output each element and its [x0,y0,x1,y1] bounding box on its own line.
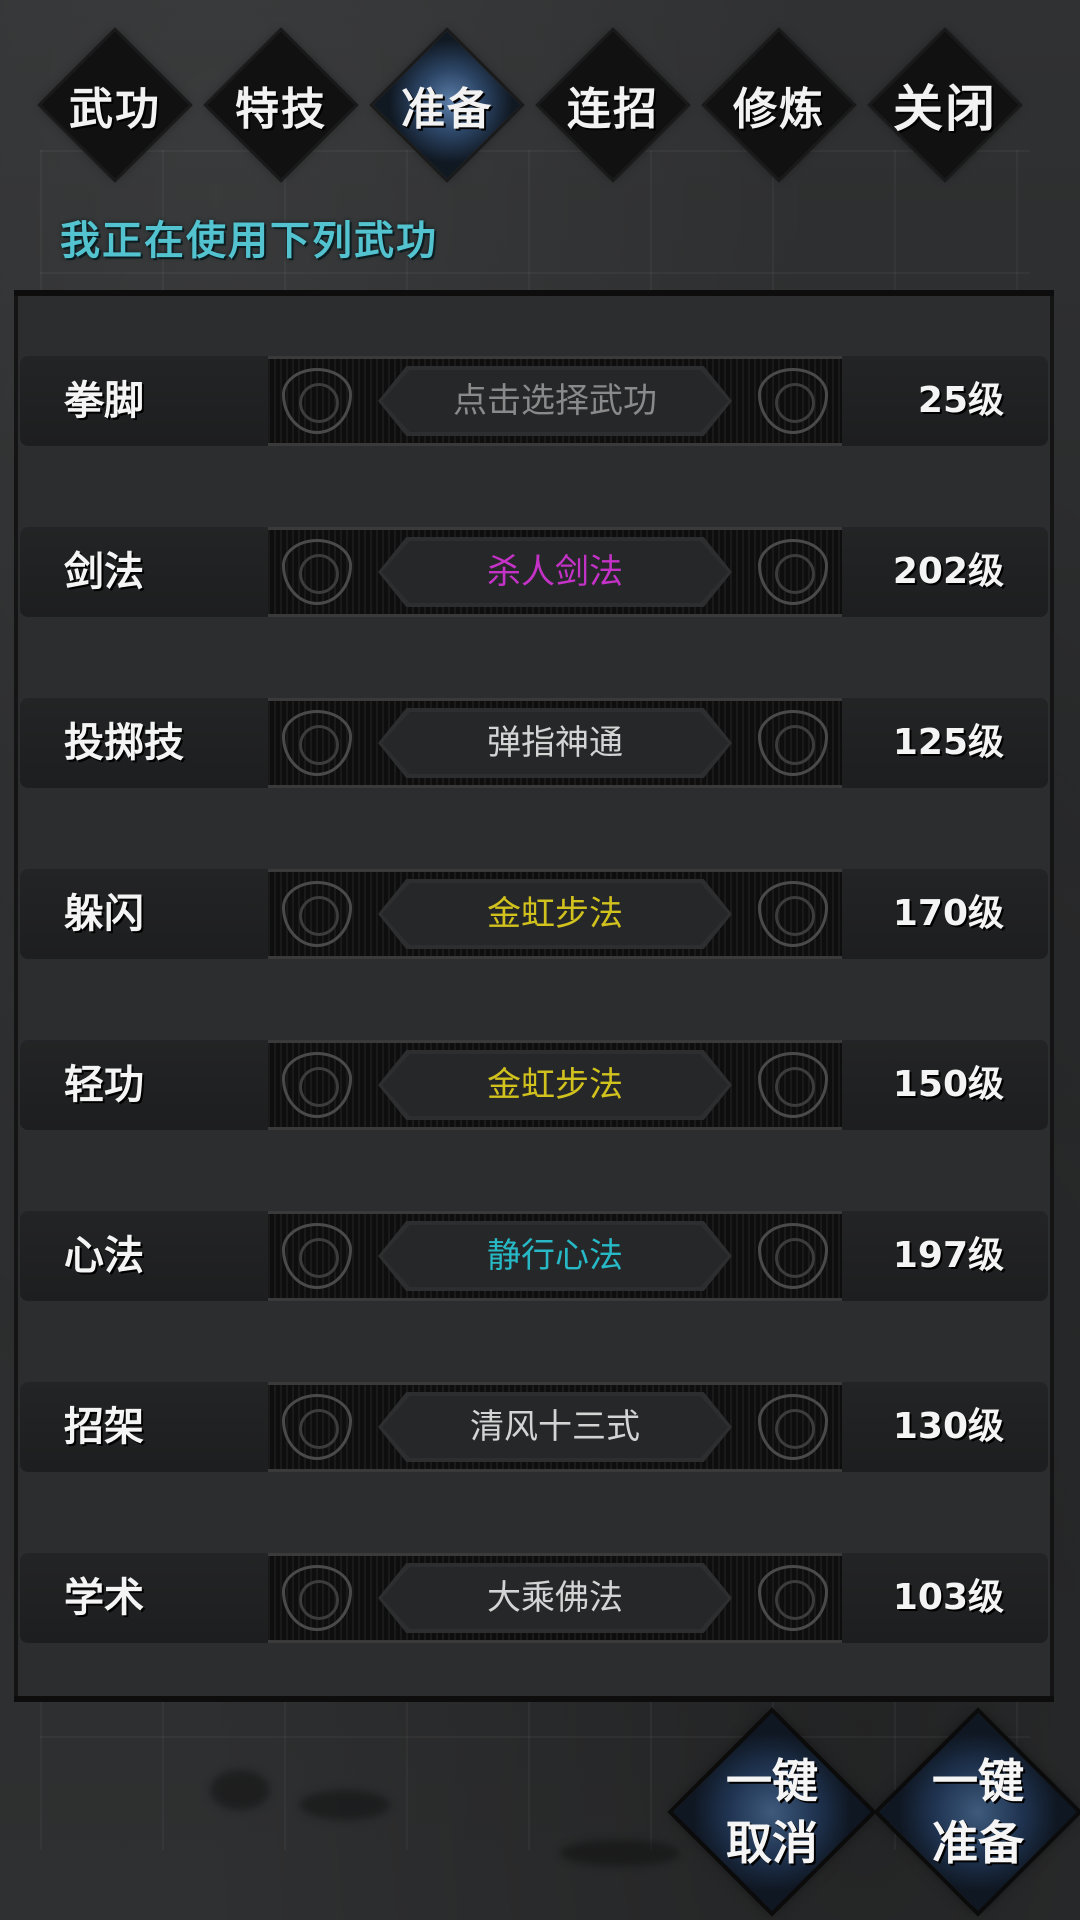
skill-name: 点击选择武功 [453,381,657,421]
tab-special-skills[interactable]: 特技 [206,30,356,180]
skill-row: 躲闪 金虹步法 170级 [20,869,1048,959]
ink-splash [300,1790,390,1820]
tab-label: 修炼 [733,84,825,135]
tab-label: 特技 [235,84,327,135]
skill-slot-button[interactable]: 金虹步法 [268,869,842,959]
level-value: 25级 [917,380,1004,421]
skill-slot-button[interactable]: 静行心法 [268,1211,842,1301]
skill-name: 静行心法 [487,1236,623,1276]
cancel-all-button[interactable]: 一键 取消 [672,1712,872,1912]
equip-skills-screen: 武功 特技 准备 连招 修炼 关闭 我正在使用下列武功 拳脚 点击选择武功 25… [0,0,1080,1920]
skill-row: 心法 静行心法 197级 [20,1211,1048,1301]
category-label: 剑法 [64,548,144,595]
skill-name: 金虹步法 [487,1065,623,1105]
prepare-all-button[interactable]: 一键 准备 [878,1712,1078,1912]
prepare-all-label: 一键 准备 [932,1754,1024,1870]
tab-close[interactable]: 关闭 [870,30,1020,180]
skill-slot-button[interactable]: 清风十三式 [268,1382,842,1472]
skill-row: 投掷技 弹指神通 125级 [20,698,1048,788]
skill-row: 剑法 杀人剑法 202级 [20,527,1048,617]
top-tab-bar: 武功 特技 准备 连招 修炼 关闭 [40,22,1040,179]
category-label: 投掷技 [64,719,184,766]
tab-label: 关闭 [893,79,997,138]
level-value: 197级 [892,1235,1004,1276]
skill-row: 轻功 金虹步法 150级 [20,1040,1048,1130]
category-label: 招架 [64,1403,144,1450]
level-value: 202级 [892,551,1004,592]
cancel-all-label: 一键 取消 [726,1754,818,1870]
section-heading: 我正在使用下列武功 [60,217,438,264]
skill-name: 杀人剑法 [487,552,623,592]
tab-training[interactable]: 修炼 [704,30,854,180]
ink-splash [210,1770,270,1810]
ink-splash [560,1840,680,1866]
level-value: 130级 [892,1406,1004,1447]
skill-slot-button[interactable]: 大乘佛法 [268,1553,842,1643]
skill-name: 大乘佛法 [487,1578,623,1618]
tab-label: 连招 [567,84,659,135]
skill-name: 弹指神通 [487,723,623,763]
category-label: 轻功 [64,1061,144,1108]
category-label: 拳脚 [64,377,144,424]
skill-slot-button[interactable]: 金虹步法 [268,1040,842,1130]
skill-name: 金虹步法 [487,894,623,934]
tab-label: 武功 [69,84,161,135]
skill-slot-button[interactable]: 点击选择武功 [268,356,842,446]
skill-name: 清风十三式 [470,1407,640,1447]
tab-prepare[interactable]: 准备 [372,30,522,180]
skill-row: 招架 清风十三式 130级 [20,1382,1048,1472]
category-label: 心法 [64,1232,144,1279]
skill-row: 学术 大乘佛法 103级 [20,1553,1048,1643]
tab-label: 准备 [401,84,493,135]
skill-slots-panel: 拳脚 点击选择武功 25级 剑法 杀人剑法 202级 投掷技 弹指神通 125级… [14,290,1054,1702]
tab-martial-arts[interactable]: 武功 [40,30,190,180]
category-label: 学术 [64,1574,144,1621]
level-value: 150级 [892,1064,1004,1105]
tab-combos[interactable]: 连招 [538,30,688,180]
skill-slot-button[interactable]: 杀人剑法 [268,527,842,617]
category-label: 躲闪 [64,890,144,937]
level-value: 103级 [892,1577,1004,1618]
skill-row: 拳脚 点击选择武功 25级 [20,356,1048,446]
level-value: 125级 [892,722,1004,763]
level-value: 170级 [892,893,1004,934]
skill-slot-button[interactable]: 弹指神通 [268,698,842,788]
